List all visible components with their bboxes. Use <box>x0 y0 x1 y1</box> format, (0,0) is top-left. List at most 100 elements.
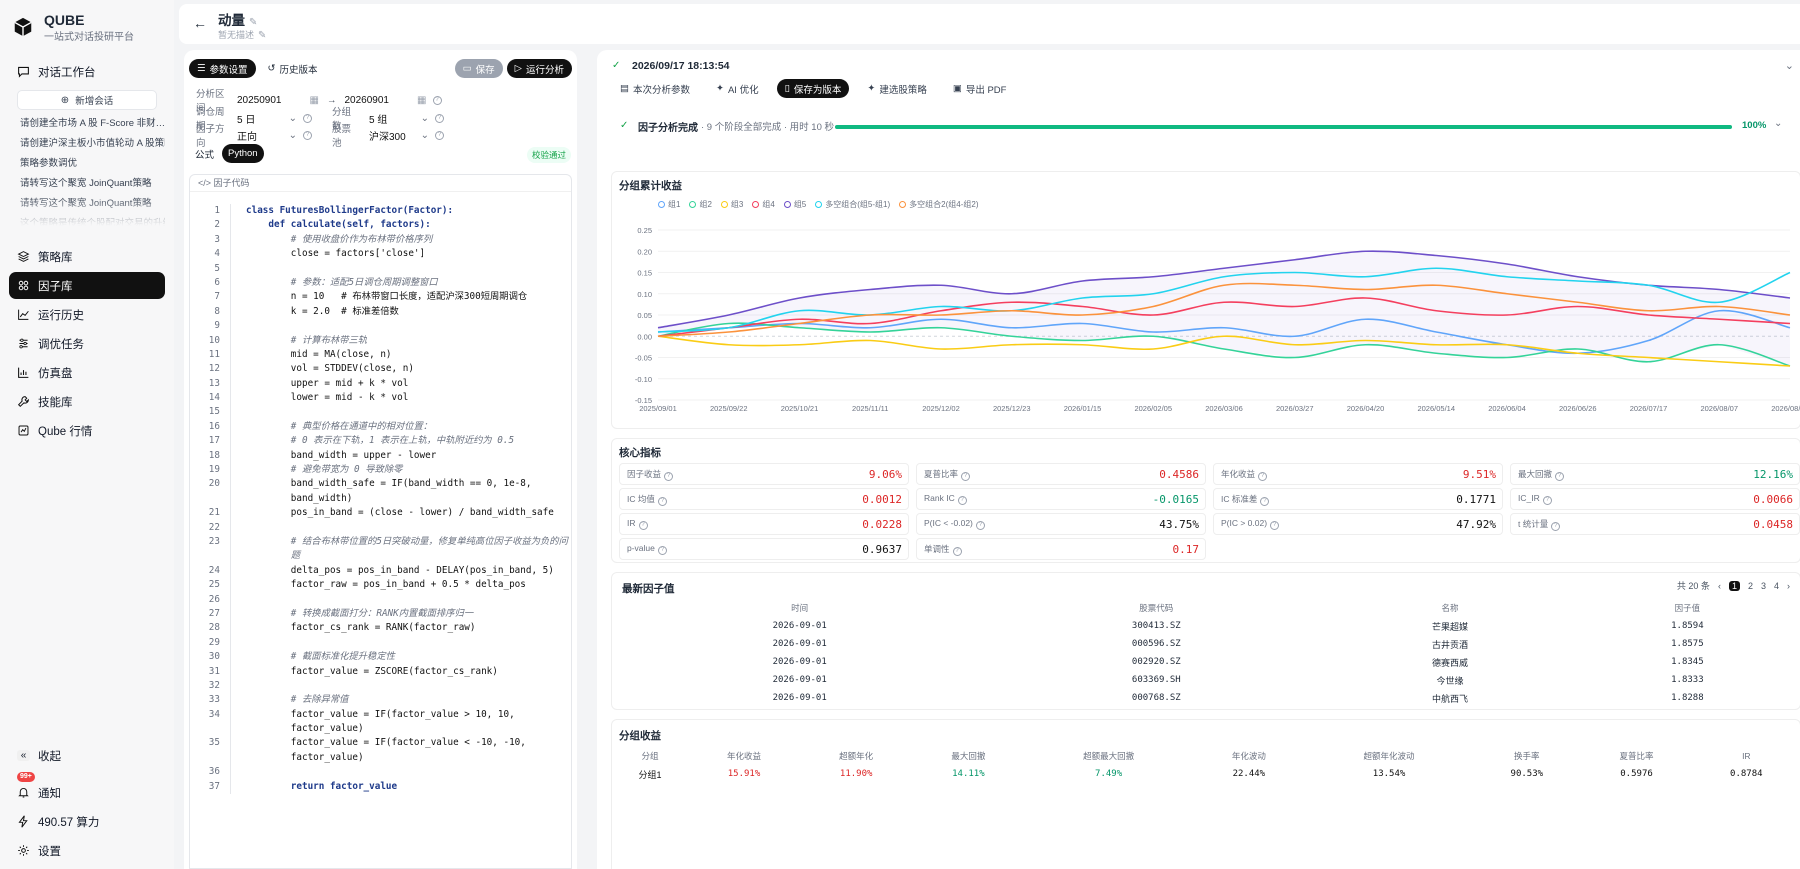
new-chat-button[interactable]: ⊕ 新增会话 <box>17 90 157 110</box>
table-header-row: 时间 股票代码 名称 因子值 <box>612 599 1800 617</box>
table-row[interactable]: 2026-09-01 000768.SZ 中航西飞 1.8288 <box>612 689 1800 707</box>
mode-formula[interactable]: 公式 <box>189 144 220 163</box>
tab-params[interactable]: ☰ 参数设置 <box>189 59 256 78</box>
page-4[interactable]: 4 <box>1774 581 1779 591</box>
brand[interactable]: QUBE 一站式对话投研平台 <box>12 10 165 44</box>
help-icon[interactable]: ? <box>1551 521 1561 531</box>
history-item[interactable]: 请创建沪深主板小市值轮动 A 股策略 <box>9 134 165 154</box>
nav-workspace[interactable]: 对话工作台 <box>9 58 165 85</box>
page-1[interactable]: 1 <box>1728 580 1740 591</box>
chevron-down-icon[interactable]: ⌄ <box>1785 59 1794 72</box>
cumulative-returns-chart: 0.250.200.150.100.050.00-0.05-0.10-0.152… <box>635 226 1800 413</box>
chevron-right-icon[interactable]: › <box>1787 581 1790 591</box>
page-3[interactable]: 3 <box>1761 581 1766 591</box>
page-2[interactable]: 2 <box>1748 581 1753 591</box>
line-number: 17 <box>208 435 220 447</box>
save-button[interactable]: ▭ 保存 <box>454 59 503 78</box>
code-text <box>230 319 573 334</box>
help-icon[interactable]: ? <box>1258 471 1268 481</box>
metric-label: t 统计量? <box>1518 518 1561 531</box>
build-strategy-button[interactable]: ✦ 建选股策略 <box>859 79 935 98</box>
metric-label: 夏普比率? <box>924 468 971 481</box>
metric-label: 单调性? <box>924 543 962 556</box>
code-text: 题 <box>230 549 573 564</box>
total-count: 共 20 条 <box>1676 581 1710 591</box>
table-cell: 002920.SZ <box>1131 657 1181 667</box>
nav-simulation[interactable]: 仿真盘 <box>9 359 165 386</box>
tab-history-versions[interactable]: ↺ 历史版本 <box>260 59 326 78</box>
history-item[interactable]: 这个策略是传统个股配对交易的升级 <box>9 214 165 226</box>
help-icon[interactable]: ? <box>664 471 674 481</box>
code-editor[interactable]: </> 因子代码 1 class FuturesBollingerFactor(F… <box>189 174 572 869</box>
table-row[interactable]: 2026-09-01 300413.SZ 芒果超媒 1.8594 <box>612 617 1800 635</box>
run-analysis-button[interactable]: ▷ 运行分析 <box>506 59 572 78</box>
chevron-down-icon[interactable]: ⌄ <box>1774 118 1782 129</box>
history-item[interactable]: 请转写这个聚宽 JoinQuant策略 <box>9 194 165 214</box>
help-icon[interactable]: ? <box>435 130 444 140</box>
help-icon[interactable]: ? <box>1270 521 1280 530</box>
help-icon[interactable]: ? <box>957 496 967 505</box>
nav-tuning-tasks[interactable]: 调优任务 <box>9 330 165 357</box>
analysis-params-button[interactable]: ▤ 本次分析参数 <box>612 79 698 98</box>
code-line: 2 def calculate(self, factors): <box>190 218 573 233</box>
nav-strategy-library[interactable]: 策略库 <box>9 243 165 270</box>
history-item[interactable]: 请转写这个聚宽 JoinQuant策略 <box>9 174 165 194</box>
compute-balance[interactable]: 490.57 算力 <box>9 808 165 835</box>
help-icon[interactable]: ? <box>1555 471 1565 481</box>
nav-run-history[interactable]: 运行历史 <box>9 301 165 328</box>
save-as-version-button[interactable]: ▯ 保存为版本 <box>776 79 850 98</box>
direction-select[interactable]: 正向 ⌄ <box>234 128 300 143</box>
help-icon[interactable]: ? <box>1260 496 1270 506</box>
x-tick-label: 2025/12/23 <box>993 404 1031 413</box>
help-icon[interactable]: ? <box>657 546 667 555</box>
help-icon[interactable]: ? <box>952 546 962 556</box>
line-number: 36 <box>208 766 220 778</box>
code-line: 21 pos_in_band = (close - lower) / band_… <box>190 506 573 521</box>
ai-optimize-button[interactable]: ✦ AI 优化 <box>708 79 767 98</box>
help-icon[interactable]: ? <box>961 471 971 481</box>
code-line: 14 lower = mid - k * vol <box>190 391 573 406</box>
table-row[interactable]: 分组1 15.91% 11.90% 14.11% 7.49% 22.44% 13.54% 90… <box>612 765 1800 783</box>
nav-label: 调优任务 <box>38 338 84 351</box>
edit-title-icon[interactable]: ✎ <box>249 17 257 28</box>
history-item-label: 请创建沪深主板小市值轮动 A 股策略 <box>20 138 165 149</box>
history-item-label: 这个策略是传统个股配对交易的升级 <box>20 218 165 226</box>
code-text: k = 2.0 # 标准差倍数 <box>230 304 573 320</box>
edit-description-icon[interactable]: ✎ <box>258 30 266 41</box>
column-header: 因子值 <box>1674 603 1701 613</box>
settings[interactable]: 设置 <box>9 837 165 864</box>
back-arrow-icon[interactable]: ← <box>193 15 207 31</box>
nav-market[interactable]: Qube 行情 <box>9 417 165 444</box>
table-row[interactable]: 2026-09-01 002920.SZ 德赛西威 1.8345 <box>612 653 1800 671</box>
page-description: 暂无描述 <box>218 30 255 40</box>
mode-python[interactable]: Python <box>222 144 264 163</box>
nav-skills[interactable]: 技能库 <box>9 388 165 415</box>
code-line: factor_value) <box>190 750 573 766</box>
pool-select[interactable]: 沪深300 ⌄ <box>366 128 432 143</box>
chevron-left-icon[interactable]: ‹ <box>1718 581 1721 591</box>
line-number: 28 <box>208 622 220 634</box>
code-line: 10 # 计算布林带三轨 <box>190 333 573 348</box>
export-pdf-button[interactable]: ▣ 导出 PDF <box>944 79 1015 98</box>
notifications[interactable]: 99+ 通知 <box>9 772 165 806</box>
x-tick-label: 2026/05/14 <box>1417 404 1455 413</box>
progress-fill <box>835 125 1732 129</box>
help-icon[interactable]: ? <box>1542 496 1552 505</box>
help-icon[interactable]: ? <box>657 496 667 506</box>
y-tick-label: 0.10 <box>637 290 652 299</box>
help-icon[interactable]: ? <box>638 521 648 530</box>
metric-label-text: 夏普比率 <box>924 468 959 479</box>
table-cell: 15.91% <box>727 769 761 779</box>
table-row[interactable]: 2026-09-01 603369.SH 今世缘 1.8333 <box>612 671 1800 689</box>
history-item[interactable]: 请创建全市场 A 股 F-Score 非财…⊼ <box>9 114 165 134</box>
code-line: 23 # 结合布林带位置的5日突破动量，修复单纯高位因子收益为负的问 <box>190 534 573 550</box>
history-item[interactable]: 策略参数调优 <box>9 154 165 174</box>
line-number <box>190 492 220 506</box>
nav-factor-library[interactable]: 因子库 <box>9 272 165 299</box>
help-icon[interactable]: ? <box>303 130 312 140</box>
table-row[interactable]: 2026-09-01 000596.SZ 古井贡酒 1.8575 <box>612 635 1800 653</box>
collapse-button[interactable]: « 收起 <box>9 742 165 769</box>
code-text: factor_value = IF(factor_value > 10, 10, <box>230 707 573 723</box>
help-icon[interactable]: ? <box>975 521 985 530</box>
metric-label: 因子收益? <box>627 468 674 481</box>
